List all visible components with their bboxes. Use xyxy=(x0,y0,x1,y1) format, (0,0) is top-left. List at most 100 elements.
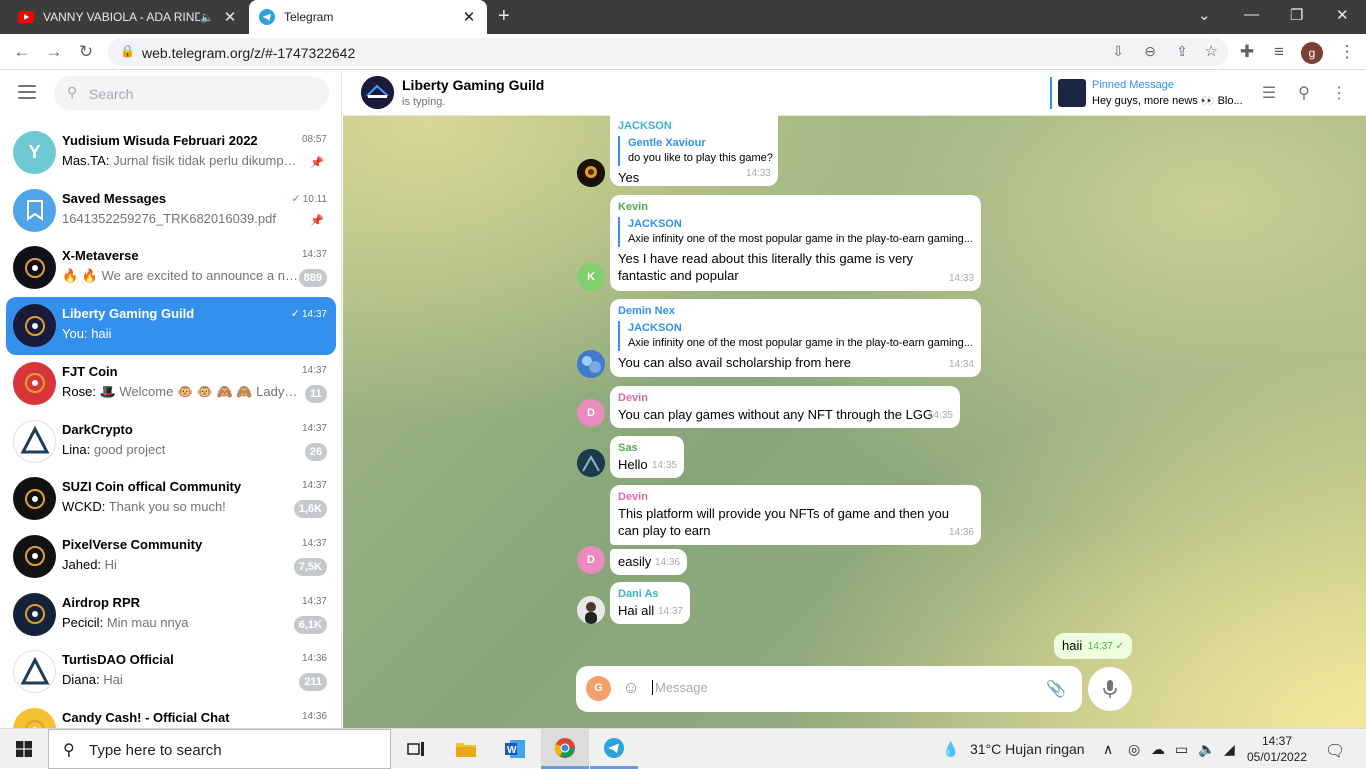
hamburger-menu-icon[interactable] xyxy=(18,85,36,99)
minimize-icon[interactable]: — xyxy=(1244,6,1259,23)
user-avatar[interactable] xyxy=(577,449,605,477)
profile-avatar[interactable]: g xyxy=(1301,42,1323,64)
preview-text: 🔥 🔥 We are excited to announce a new par… xyxy=(62,268,302,284)
user-avatar[interactable] xyxy=(577,596,605,624)
pinned-list-icon[interactable]: ☰ xyxy=(1259,83,1279,103)
user-avatar[interactable] xyxy=(577,350,605,378)
message-bubble[interactable]: Demin Nex JACKSON Axie infinity one of t… xyxy=(610,299,981,377)
reply-quote[interactable]: JACKSON Axie infinity one of the most po… xyxy=(618,217,973,247)
message-bubble[interactable]: easily 14:36 xyxy=(610,549,687,575)
more-options-icon[interactable]: ⋮ xyxy=(1329,83,1349,103)
task-view-icon[interactable] xyxy=(392,729,440,769)
onedrive-icon[interactable]: ☁ xyxy=(1151,741,1165,758)
chat-avatar[interactable] xyxy=(361,76,394,109)
lock-icon[interactable]: 🔒 xyxy=(120,44,135,58)
chat-header[interactable]: Liberty Gaming Guild is typing. Pinned M… xyxy=(343,71,1366,116)
battery-icon[interactable]: ▭ xyxy=(1175,741,1188,758)
attach-icon[interactable]: 📎 xyxy=(1046,679,1066,699)
share-icon[interactable]: ⇪ xyxy=(1176,43,1188,60)
bookmark-star-icon[interactable]: ☆ xyxy=(1205,42,1218,60)
system-clock[interactable]: 14:37 05/01/2022 xyxy=(1246,733,1308,765)
show-hidden-icons-icon[interactable]: ∧ xyxy=(1103,741,1113,758)
close-tab-icon[interactable]: ✕ xyxy=(222,8,238,26)
chat-list-item[interactable]: X-Metaverse 14:37 🔥 🔥 We are excited to a… xyxy=(6,239,336,297)
message-bubble[interactable]: Kevin JACKSON Axie infinity one of the m… xyxy=(610,195,981,291)
telegram-taskbar-icon[interactable] xyxy=(590,729,638,769)
message-bubble[interactable]: Devin This platform will provide you NFT… xyxy=(610,485,981,545)
chat-name: X-Metaverse xyxy=(62,248,139,264)
chat-list-item[interactable]: SUZI Coin offical Community 14:37 WCKD: Th… xyxy=(6,470,336,528)
notifications-icon[interactable]: 🗨 xyxy=(1325,741,1345,761)
install-icon[interactable]: ⇩ xyxy=(1112,43,1124,60)
word-icon[interactable]: W xyxy=(491,729,539,769)
chat-avatar xyxy=(13,534,56,578)
pinned-message[interactable]: Pinned Message Hey guys, more news 👀 Blo… xyxy=(1050,77,1250,109)
tab-search-icon[interactable]: ⌄ xyxy=(1198,6,1211,24)
reply-quote[interactable]: Gentle Xaviour do you like to play this … xyxy=(618,136,773,166)
chat-list-item[interactable]: Airdrop RPR 14:37 Pecicil: Min mau nnya 6,1… xyxy=(6,586,336,644)
user-avatar[interactable]: D xyxy=(577,546,605,574)
network-icon[interactable]: ◢ xyxy=(1224,741,1235,758)
user-avatar[interactable]: K xyxy=(577,263,605,291)
search-input[interactable]: ⚲ Search xyxy=(54,76,329,110)
reply-quote[interactable]: JACKSON Axie infinity one of the most po… xyxy=(618,321,973,351)
send-as-avatar[interactable]: G xyxy=(586,676,611,701)
restore-icon[interactable]: ❐ xyxy=(1290,6,1303,24)
windows-start-icon[interactable] xyxy=(0,729,48,769)
new-tab-icon[interactable]: + xyxy=(498,6,510,26)
close-tab-icon[interactable]: ✕ xyxy=(461,8,477,26)
search-icon[interactable]: ⚲ xyxy=(1294,83,1314,103)
message-input[interactable]: Message xyxy=(652,680,708,695)
pin-icon: 📌 xyxy=(310,157,324,169)
message-bubble[interactable]: Devin You can play games without any NFT… xyxy=(610,386,960,428)
volume-icon[interactable]: 🔈 xyxy=(1198,741,1215,758)
chat-name: SUZI Coin offical Community xyxy=(62,479,242,495)
chat-name: DarkCrypto xyxy=(62,421,133,437)
chat-list-item[interactable]: TurtisDAO Official 14:36 Diana: Hai 211 xyxy=(6,643,336,701)
tab-telegram[interactable]: Telegram ✕ xyxy=(249,0,487,34)
reload-icon[interactable]: ↻ xyxy=(75,41,97,63)
menu-kebab-icon[interactable]: ⋮ xyxy=(1336,41,1358,63)
browser-toolbar: ← → ↻ 🔒 web.telegram.org/z/#-1747322642 … xyxy=(0,34,1366,70)
taskbar-search-input[interactable]: ⚲ Type here to search xyxy=(48,729,391,769)
preview-sender: Pecicil: xyxy=(62,614,104,630)
chat-list-item[interactable]: Candy Cash! - Official Chat 14:36 xyxy=(6,701,336,728)
address-bar[interactable]: 🔒 web.telegram.org/z/#-1747322642 ⇩ ⊖ ⇪ … xyxy=(108,38,1228,66)
preview-sender: WCKD: xyxy=(62,499,106,515)
chat-preview: WCKD: Thank you so much! xyxy=(62,499,302,514)
close-window-icon[interactable]: ✕ xyxy=(1336,6,1349,24)
message-bubble-outgoing[interactable]: haii 14:37 ✓ xyxy=(1054,633,1132,659)
preview-text: Min mau nnya xyxy=(106,614,189,630)
message-time: 14:37 ✓ xyxy=(1088,638,1124,655)
emoji-icon[interactable]: ☺ xyxy=(621,678,641,698)
chat-list-item[interactable]: Liberty Gaming Guild ✓ 14:37 You: haii xyxy=(6,297,336,356)
clock-time: 14:37 xyxy=(1261,734,1293,748)
chat-name: TurtisDAO Official xyxy=(62,652,174,668)
message-bubble[interactable]: Dani As Hai all 14:37 xyxy=(610,582,690,624)
chat-list-item[interactable]: Saved Messages ✓ 10:11 1641352259276_TRK68… xyxy=(6,182,336,240)
microphone-button[interactable] xyxy=(1088,667,1132,711)
forward-icon[interactable]: → xyxy=(43,41,65,63)
message-bubble[interactable]: Sas Hello 14:35 xyxy=(610,436,684,478)
file-explorer-icon[interactable] xyxy=(442,729,490,769)
chat-list-item[interactable]: PixelVerse Community 14:37 Jahed: Hi 7,5K xyxy=(6,528,336,586)
extensions-icon[interactable]: ✚ xyxy=(1236,41,1258,63)
chat-list-item[interactable]: Y Yudisium Wisuda Februari 2022 08:57 Mas.T… xyxy=(6,124,336,182)
chat-time-text: 14:37 xyxy=(301,595,327,607)
chat-list-item[interactable]: FJT Coin 14:37 Rose: 🎩 Welcome 🐵 🐵 🙈 🙈 Lad… xyxy=(6,355,336,413)
back-icon[interactable]: ← xyxy=(11,41,33,63)
chrome-taskbar-icon[interactable] xyxy=(541,729,589,769)
meet-icon[interactable]: ◎ xyxy=(1128,741,1140,758)
weather-text[interactable]: 31°C Hujan ringan xyxy=(970,741,1085,757)
tab-youtube[interactable]: VANNY VABIOLA - ADA RINDU 🔈 ✕ xyxy=(8,0,248,34)
message-bubble[interactable]: JACKSON Gentle Xaviour do you like to pl… xyxy=(610,114,778,186)
user-avatar[interactable]: D xyxy=(577,399,605,427)
message-sender: Dani As xyxy=(618,588,659,600)
weather-icon[interactable]: 💧 xyxy=(942,741,959,758)
chat-list-item[interactable]: DarkCrypto 14:37 Lina: good project 26 xyxy=(6,413,336,471)
speaker-icon[interactable]: 🔈 xyxy=(200,11,214,24)
user-avatar[interactable] xyxy=(577,159,605,187)
zoom-icon[interactable]: ⊖ xyxy=(1144,43,1156,60)
chat-name: Liberty Gaming Guild xyxy=(62,306,195,322)
media-control-icon[interactable]: ≡ xyxy=(1268,41,1290,63)
